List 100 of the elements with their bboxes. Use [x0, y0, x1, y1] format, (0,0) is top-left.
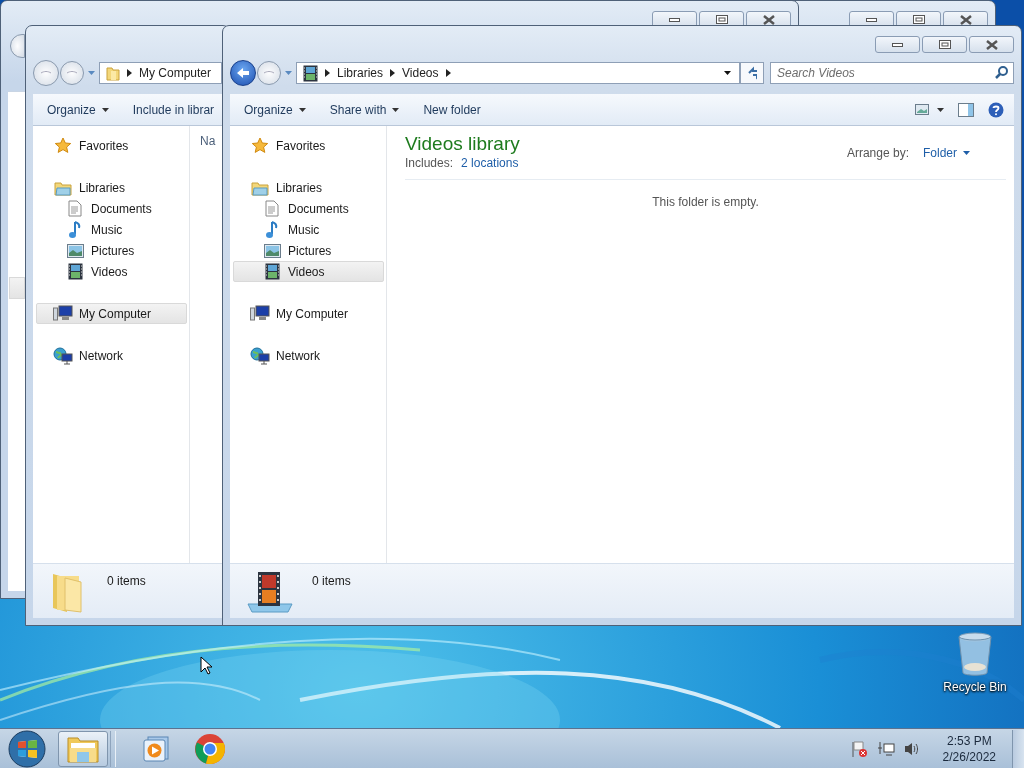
network-icon	[53, 346, 73, 365]
caret-icon	[937, 107, 944, 112]
film-strip-icon	[264, 263, 280, 280]
toolbar-button[interactable]: Organize	[234, 98, 316, 121]
view-options-button[interactable]	[915, 104, 944, 115]
browser-icon	[194, 732, 226, 765]
navigation-item[interactable]: Network	[233, 345, 384, 366]
maximize-icon	[912, 15, 925, 24]
computer-icon	[53, 305, 73, 322]
navigation-item[interactable]: Videos	[36, 261, 187, 282]
navigation-item[interactable]: Documents	[233, 198, 384, 219]
breadcrumb[interactable]: My Computer	[139, 66, 212, 80]
recent-pages-button[interactable]	[285, 71, 292, 75]
locations-link[interactable]: 2 locations	[461, 156, 519, 170]
network-icon	[250, 346, 270, 365]
document-icon	[68, 200, 82, 217]
includes-label: Includes:	[405, 156, 454, 170]
caret-icon	[298, 107, 306, 112]
maximize-icon	[715, 15, 728, 24]
maximize-button[interactable]	[922, 36, 967, 53]
caret-icon	[963, 151, 970, 155]
minimize-icon	[866, 17, 877, 22]
item-count: 0 items	[107, 574, 146, 588]
picture-icon	[66, 243, 84, 258]
caret-icon	[392, 107, 400, 112]
maximize-icon	[938, 40, 951, 49]
close-button[interactable]	[969, 36, 1014, 53]
flag-icon[interactable]	[850, 739, 869, 758]
preview-pane-icon[interactable]	[958, 102, 974, 117]
media-player-icon	[142, 734, 170, 763]
arrange-label: Arrange by:	[846, 146, 909, 160]
toolbar-button[interactable]: Share with	[319, 98, 410, 121]
navigation-item[interactable]: Favorites	[233, 135, 384, 156]
refresh-button[interactable]	[740, 62, 764, 84]
arrow-icon	[127, 69, 132, 77]
navigation-item[interactable]: Documents	[36, 198, 187, 219]
pointer-icon	[200, 656, 213, 675]
navigation-item[interactable]: My Computer	[233, 303, 384, 324]
help-icon[interactable]	[988, 101, 1004, 118]
minimize-icon	[892, 42, 903, 47]
navigation-item[interactable]: Favorites	[36, 135, 187, 156]
address-bar[interactable]: Libraries Videos	[296, 62, 740, 84]
toolbar-button[interactable]: Organize	[37, 98, 119, 121]
video-library-icon	[246, 570, 294, 614]
navigation-item[interactable]: Libraries	[36, 177, 187, 198]
arrange-dropdown[interactable]: Folder	[923, 146, 970, 160]
search-icon	[995, 66, 1008, 79]
folder-icon	[106, 65, 120, 81]
recycle-bin-icon[interactable]	[957, 632, 993, 676]
navigation-item[interactable]: Pictures	[36, 240, 187, 261]
picture-icon	[263, 243, 281, 258]
breadcrumb[interactable]: Libraries	[337, 66, 384, 80]
empty-message: This folder is empty.	[652, 195, 759, 209]
toolbar-button[interactable]: Include in librar	[122, 98, 225, 121]
history-dropdown[interactable]	[724, 71, 731, 75]
recent-pages-button[interactable]	[88, 71, 95, 75]
clock-date: 2/26/2022	[942, 748, 996, 765]
breadcrumb[interactable]: Videos	[402, 66, 439, 80]
close-icon	[762, 14, 775, 25]
search-field[interactable]: Search Videos	[770, 62, 1014, 84]
film-strip-icon	[67, 263, 83, 280]
navigation-item[interactable]: My Computer	[36, 303, 187, 324]
network-icon[interactable]	[876, 739, 895, 758]
arrow-icon	[325, 69, 330, 77]
arrow-icon	[445, 69, 451, 77]
caret-icon	[285, 71, 292, 75]
toolbar-button[interactable]: New folder	[413, 98, 491, 121]
library-title: Videos library	[405, 133, 520, 155]
star-icon	[251, 136, 269, 155]
picture-icon	[915, 104, 929, 115]
document-icon	[265, 200, 279, 217]
desktop-icon-label[interactable]: Recycle Bin	[943, 680, 1007, 694]
taskbar-button[interactable]	[58, 730, 108, 767]
navigation-item[interactable]: Pictures	[233, 240, 384, 261]
clock[interactable]: 2:53 PM 2/26/2022	[942, 732, 996, 765]
back-arrow-icon	[236, 67, 250, 79]
item-count: 0 items	[312, 574, 351, 588]
film-strip-icon	[303, 64, 318, 82]
close-icon	[959, 14, 972, 25]
navigation-item[interactable]: Network	[36, 345, 187, 366]
library-folder-icon	[54, 179, 72, 196]
music-note-icon	[265, 220, 279, 239]
caret-icon	[88, 71, 95, 75]
clock-time: 2:53 PM	[946, 732, 992, 749]
back-button[interactable]	[230, 60, 256, 86]
library-folder-icon	[251, 179, 269, 196]
volume-icon[interactable]	[902, 740, 921, 757]
navigation-item[interactable]: Videos	[233, 261, 384, 282]
caret-icon	[101, 107, 109, 112]
start-button[interactable]	[8, 729, 46, 768]
star-icon	[54, 136, 72, 155]
caret-icon	[724, 71, 731, 75]
navigation-item[interactable]: Music	[36, 219, 187, 240]
music-note-icon	[68, 220, 82, 239]
navigation-item[interactable]: Music	[233, 219, 384, 240]
minimize-button[interactable]	[875, 36, 920, 53]
address-bar[interactable]: My Computer	[99, 62, 222, 84]
navigation-item[interactable]: Libraries	[233, 177, 384, 198]
arrow-icon	[390, 69, 396, 77]
column-header[interactable]: Na	[200, 126, 216, 148]
